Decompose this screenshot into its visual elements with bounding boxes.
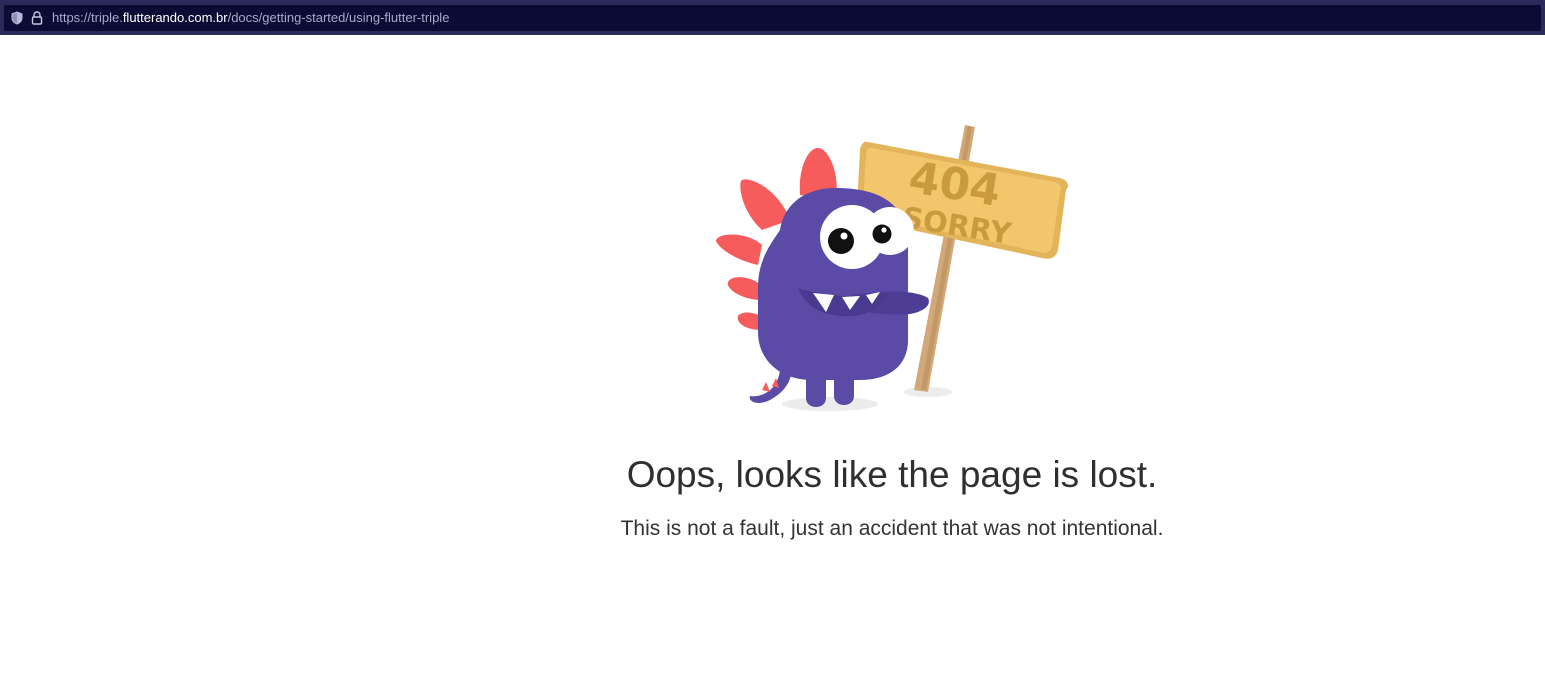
- shield-icon[interactable]: [11, 11, 23, 25]
- url-host: flutterando.com.br: [122, 10, 228, 25]
- browser-toolbar: https://triple.flutterando.com.br/docs/g…: [0, 0, 1545, 35]
- lock-icon[interactable]: [31, 11, 43, 25]
- url-path: /docs/getting-started/using-flutter-trip…: [227, 10, 450, 25]
- address-bar[interactable]: https://triple.flutterando.com.br/docs/g…: [4, 5, 1541, 31]
- url-text[interactable]: https://triple.flutterando.com.br/docs/g…: [52, 10, 449, 26]
- 404-monster-illustration: 404 SORRY: [716, 125, 1068, 411]
- page-content: 404 SORRY Oops, looks like the page is l…: [0, 35, 1545, 682]
- page-title: Oops, looks like the page is lost.: [626, 454, 1158, 495]
- error-message: This is not a fault, just an accident th…: [620, 517, 1164, 540]
- url-scheme: https://triple.: [52, 10, 123, 25]
- ground-shadow: [782, 397, 878, 411]
